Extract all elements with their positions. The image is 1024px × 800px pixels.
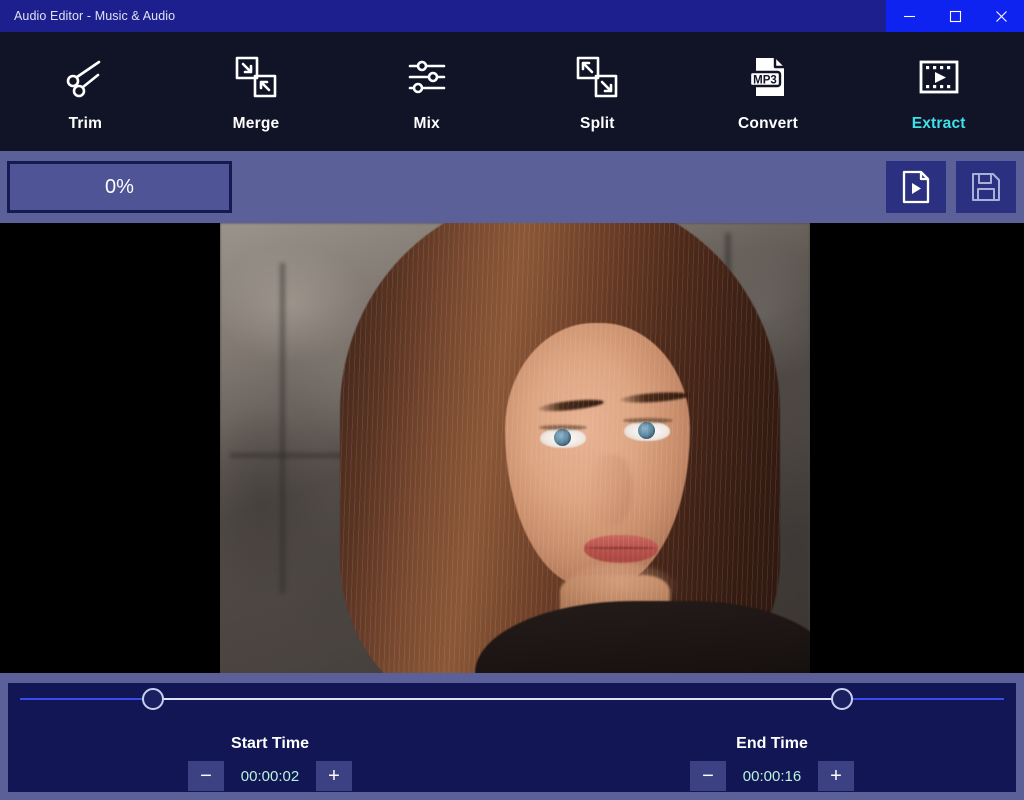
minimize-icon — [903, 10, 916, 23]
range-handle-start[interactable] — [141, 688, 164, 710]
save-button[interactable] — [956, 161, 1016, 213]
range-track-before — [20, 698, 153, 700]
end-time-decrement-button[interactable]: − — [690, 761, 726, 791]
toolbar-label-extract: Extract — [911, 114, 966, 132]
end-time-increment-button[interactable]: + — [818, 761, 854, 791]
progress-bar-fill: 0% — [10, 164, 229, 210]
preview-button[interactable] — [886, 161, 946, 213]
end-time-group: End Time − 00:00:16 + — [668, 735, 876, 791]
progress-percent-label: 0% — [105, 175, 134, 198]
start-time-stepper: − 00:00:02 + — [188, 761, 352, 791]
video-frame — [220, 223, 810, 673]
start-time-group: Start Time − 00:00:02 + — [166, 735, 374, 791]
trim-range-slider[interactable] — [20, 688, 1004, 710]
progress-strip: 0% — [0, 151, 1024, 223]
end-time-value[interactable]: 00:00:16 — [726, 768, 818, 785]
main-toolbar: Trim Merge Mix Split MP3 Convert Extract — [0, 32, 1024, 151]
toolbar-label-mix: Mix — [413, 114, 440, 132]
start-time-label: Start Time — [231, 735, 309, 752]
window-controls — [886, 0, 1024, 32]
toolbar-item-mix[interactable]: Mix — [341, 32, 512, 151]
range-handle-end[interactable] — [830, 688, 853, 710]
maximize-icon — [949, 10, 962, 23]
trim-panel-inner: Start Time − 00:00:02 + End Time − 00:00… — [8, 683, 1016, 792]
start-time-decrement-button[interactable]: − — [188, 761, 224, 791]
window-title: Audio Editor - Music & Audio — [14, 9, 176, 23]
merge-icon — [233, 51, 279, 103]
toolbar-item-convert[interactable]: MP3 Convert — [683, 32, 854, 151]
toolbar-item-merge[interactable]: Merge — [171, 32, 342, 151]
svg-text:MP3: MP3 — [753, 74, 777, 86]
toolbar-item-split[interactable]: Split — [512, 32, 683, 151]
wall-crack — [280, 263, 285, 593]
mp3-file-icon: MP3 — [745, 51, 791, 103]
file-play-icon — [901, 170, 931, 204]
sliders-icon — [404, 51, 450, 103]
video-stage[interactable]: 00:00:07 00:00:20 — [0, 223, 1024, 673]
strip-actions — [886, 161, 1016, 213]
floppy-save-icon — [971, 172, 1001, 202]
range-track-selected — [152, 698, 842, 700]
progress-bar: 0% — [7, 161, 232, 213]
split-icon — [574, 51, 620, 103]
title-bar: Audio Editor - Music & Audio — [0, 0, 1024, 32]
range-track-after — [841, 698, 1004, 700]
close-button[interactable] — [978, 0, 1024, 32]
start-time-value[interactable]: 00:00:02 — [224, 768, 316, 785]
minimize-button[interactable] — [886, 0, 932, 32]
toolbar-label-split: Split — [580, 114, 615, 132]
trim-panel: Start Time − 00:00:02 + End Time − 00:00… — [0, 673, 1024, 800]
toolbar-item-extract[interactable]: Extract — [853, 32, 1024, 151]
start-time-increment-button[interactable]: + — [316, 761, 352, 791]
end-time-label: End Time — [736, 735, 808, 752]
scissors-icon — [62, 51, 108, 103]
toolbar-label-trim: Trim — [68, 114, 103, 132]
app-window: Audio Editor - Music & Audio Trim Merge … — [0, 0, 1024, 800]
maximize-button[interactable] — [932, 0, 978, 32]
film-strip-icon — [916, 51, 962, 103]
toolbar-item-trim[interactable]: Trim — [0, 32, 171, 151]
toolbar-label-merge: Merge — [232, 114, 280, 132]
toolbar-label-convert: Convert — [738, 114, 798, 132]
close-icon — [995, 10, 1008, 23]
end-time-stepper: − 00:00:16 + — [690, 761, 854, 791]
